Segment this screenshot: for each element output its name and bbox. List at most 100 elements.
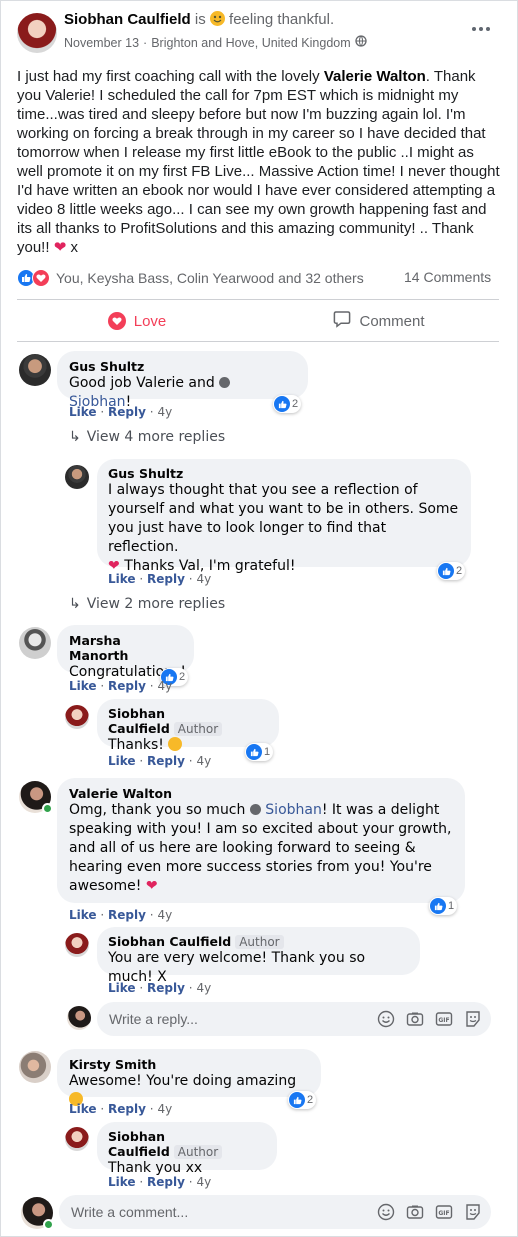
commenter-name[interactable]: Gus Shultz (69, 359, 296, 374)
comment-reaction-count[interactable]: 2 (288, 1091, 317, 1109)
author-badge: Author (235, 935, 284, 949)
like-link[interactable]: Like (108, 1175, 136, 1189)
reply-link[interactable]: Reply (147, 981, 185, 995)
comment-input[interactable]: Write a comment... GIF (59, 1195, 491, 1229)
comment-time[interactable]: 4y (196, 981, 211, 995)
view-more-replies[interactable]: ↳ View 2 more replies (69, 596, 225, 612)
avatar[interactable] (65, 933, 89, 957)
reply-arrow-icon: ↳ (69, 429, 81, 445)
comment-bubble: Siobhan Caulfield Author Thank you xx (97, 1122, 277, 1176)
mention-valerie[interactable]: Valerie Walton (324, 68, 426, 85)
like-reaction-icon (274, 396, 290, 412)
comment-reaction-count[interactable]: 1 (245, 743, 274, 761)
comment-bubble: Siobhan Caulfield Author You are very wel… (97, 927, 420, 985)
comment-time[interactable]: 4y (196, 1175, 211, 1189)
love-button[interactable]: Love (17, 303, 257, 339)
comment-button[interactable]: Comment (259, 303, 499, 339)
like-link[interactable]: Like (69, 405, 97, 419)
author-badge: Author (173, 1145, 223, 1159)
like-link[interactable]: Like (69, 679, 97, 693)
commenter-name[interactable]: Siobhan Caulfield Author (108, 706, 268, 736)
comment-time[interactable]: 4y (157, 908, 172, 922)
my-avatar (67, 1006, 91, 1030)
svg-text:GIF: GIF (438, 1017, 449, 1024)
avatar[interactable] (19, 354, 51, 386)
like-link[interactable]: Like (69, 1102, 97, 1116)
comment-meta: Like · Reply · 4y (108, 1175, 212, 1189)
reply-link[interactable]: Reply (147, 1175, 185, 1189)
more-options-icon[interactable] (469, 22, 493, 36)
avatar[interactable] (65, 465, 89, 489)
like-link[interactable]: Like (108, 572, 136, 586)
reactions-summary[interactable]: You, Keysha Bass, Colin Yearwood and 32 … (17, 269, 364, 287)
commenter-name[interactable]: Marsha Manorth (69, 633, 182, 663)
avatar[interactable] (19, 1051, 51, 1083)
comments-count[interactable]: 14 Comments (404, 269, 491, 285)
avatar[interactable] (19, 627, 51, 659)
like-link[interactable]: Like (108, 754, 136, 768)
comment-meta: Like · Reply · 4y (108, 754, 212, 768)
view-more-replies[interactable]: ↳ View 4 more replies (69, 429, 225, 445)
camera-icon[interactable] (405, 1009, 425, 1029)
commenter-name[interactable]: Kirsty Smith (69, 1057, 309, 1072)
reply-link[interactable]: Reply (147, 754, 185, 768)
comment-reaction-count[interactable]: 2 (437, 562, 466, 580)
reactions-text: You, Keysha Bass, Colin Yearwood and 32 … (56, 270, 364, 286)
comment-bubble: Kirsty Smith Awesome! You're doing amazi… (57, 1049, 321, 1106)
globe-icon (355, 35, 367, 50)
commenter-name[interactable]: Valerie Walton (69, 786, 453, 801)
comment-text: Omg, thank you so much Siobhan! It was a… (69, 802, 452, 894)
post-card: Siobhan Caulfield is feeling thankful. N… (0, 0, 518, 1237)
divider (17, 341, 499, 342)
gif-icon[interactable]: GIF (434, 1202, 454, 1222)
love-reaction-icon (32, 269, 50, 287)
love-icon (107, 312, 126, 330)
avatar[interactable] (65, 1127, 89, 1151)
mention-valerie[interactable]: Valerie (136, 375, 184, 391)
heart-icon: ❤ (145, 878, 158, 894)
divider (17, 299, 499, 300)
comment-time[interactable]: 4y (157, 679, 172, 693)
reply-link[interactable]: Reply (108, 679, 146, 693)
post-date[interactable]: November 13 (64, 36, 139, 50)
feeling-text: feeling thankful. (229, 11, 335, 28)
commenter-name[interactable]: Siobhan Caulfield Author (108, 1129, 266, 1159)
sticker-icon[interactable] (463, 1009, 483, 1029)
commenter-name[interactable]: Gus Shultz (108, 466, 460, 481)
reply-link[interactable]: Reply (108, 908, 146, 922)
commenter-name[interactable]: Siobhan Caulfield Author (108, 934, 409, 949)
online-indicator (42, 803, 53, 814)
comment-time[interactable]: 4y (196, 754, 211, 768)
online-indicator (43, 1219, 54, 1230)
camera-icon[interactable] (405, 1202, 425, 1222)
reply-link[interactable]: Reply (108, 1102, 146, 1116)
gif-icon[interactable]: GIF (434, 1009, 454, 1029)
post-location[interactable]: Brighton and Hove, United Kingdom (151, 36, 350, 50)
like-reaction-icon (438, 563, 454, 579)
comment-bubble: Valerie Walton Omg, thank you so much Si… (57, 778, 465, 903)
emoji-icon[interactable] (376, 1202, 396, 1222)
reply-arrow-icon: ↳ (69, 596, 81, 612)
is-word: is (194, 11, 206, 28)
like-link[interactable]: Like (69, 908, 97, 922)
author-avatar[interactable] (17, 13, 57, 53)
comment-reaction-count[interactable]: 2 (273, 395, 302, 413)
comment-meta: Like · Reply · 4y (69, 405, 173, 419)
emoji-icon[interactable] (376, 1009, 396, 1029)
comment-reaction-count[interactable]: 1 (429, 897, 458, 915)
reply-link[interactable]: Reply (147, 572, 185, 586)
comment-time[interactable]: 4y (196, 572, 211, 586)
like-link[interactable]: Like (108, 981, 136, 995)
comment-meta: Like · Reply · 4y (69, 1102, 173, 1116)
reply-link[interactable]: Reply (108, 405, 146, 419)
reply-input[interactable]: Write a reply... GIF (97, 1002, 491, 1036)
comment-bubble: Siobhan Caulfield Author Thanks! (97, 699, 279, 753)
comment-time[interactable]: 4y (157, 405, 172, 419)
avatar[interactable] (65, 705, 89, 729)
comment-time[interactable]: 4y (157, 1102, 172, 1116)
smile-emoji-icon (168, 737, 183, 751)
sticker-icon[interactable] (463, 1202, 483, 1222)
author-name[interactable]: Siobhan Caulfield (64, 11, 191, 28)
mention-siobhan[interactable]: Siobhan (265, 802, 322, 818)
heart-icon: ❤ (53, 239, 67, 256)
